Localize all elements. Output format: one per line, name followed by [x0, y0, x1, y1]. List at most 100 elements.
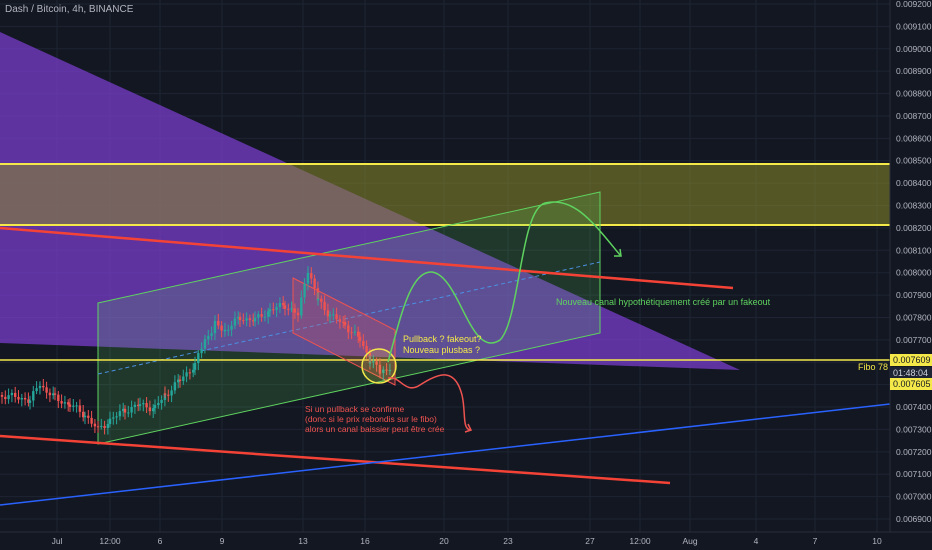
annotation-bearish-2: (donc si le prix rebondis sur le fibo)	[305, 414, 437, 424]
candle-body	[67, 402, 70, 405]
price-tag-fibo: 0.007609	[890, 354, 932, 366]
candle-body	[323, 301, 326, 311]
candle-body	[197, 353, 200, 364]
candle-body	[238, 316, 242, 321]
price-tick-label: 0.007900	[896, 290, 932, 300]
candle-body	[108, 418, 112, 424]
annotation-pullback: Pullback ? fakeout?	[403, 334, 482, 344]
candle-body	[357, 331, 360, 337]
candle-body	[320, 298, 323, 302]
price-tick-label: 0.007200	[896, 447, 932, 457]
candle-body	[93, 423, 97, 427]
candle-body	[42, 385, 45, 388]
time-tick-label: 4	[754, 536, 759, 546]
candle-body	[123, 408, 127, 413]
time-tick-label: Jul	[52, 536, 63, 546]
candle-body	[248, 318, 252, 321]
price-tick-label: 0.007800	[896, 312, 932, 322]
price-tick-label: 0.007300	[896, 424, 932, 434]
candle-body	[142, 403, 145, 405]
price-tick-label: 0.008900	[896, 66, 932, 76]
time-tick-label: Aug	[682, 536, 697, 546]
candle-body	[278, 302, 282, 308]
candle-body	[353, 331, 357, 333]
candle-body	[242, 320, 245, 322]
annotation-plusbas: Nouveau plusbas ?	[403, 345, 480, 355]
candle-body	[106, 423, 110, 429]
candle-body	[287, 308, 290, 310]
candle-body	[210, 333, 213, 336]
candle-body	[282, 302, 285, 306]
candle-body	[233, 318, 237, 326]
candle-body	[245, 318, 248, 321]
candle-body	[45, 387, 48, 393]
candle-body	[182, 376, 185, 381]
candle-body	[260, 314, 263, 317]
time-tick-label: 12:00	[99, 536, 121, 546]
candle-body	[35, 388, 38, 392]
candle-body	[173, 382, 177, 391]
price-tick-label: 0.008100	[896, 245, 932, 255]
candle-body	[17, 396, 20, 400]
candle-body	[316, 298, 320, 301]
candle-body	[112, 417, 115, 419]
price-chart[interactable]: Pullback ? fakeout? Nouveau plusbas ? No…	[0, 0, 932, 550]
price-tick-label: 0.009000	[896, 44, 932, 54]
candle-body	[178, 379, 182, 381]
candle-body	[167, 394, 170, 396]
annotation-bearish-3: alors un canal baissier peut être crée	[305, 424, 445, 434]
chart-title: Dash / Bitcoin, 4h, BINANCE	[5, 4, 134, 15]
candle-body	[152, 408, 155, 412]
price-tick-label: 0.007100	[896, 469, 932, 479]
candle-body	[313, 278, 316, 289]
candle-body	[223, 329, 227, 331]
candle-body	[220, 325, 223, 331]
candle-body	[138, 404, 142, 407]
candle-body	[38, 385, 42, 388]
time-tick-label: 27	[585, 536, 595, 546]
candle-body	[127, 412, 130, 414]
candle-body	[23, 397, 27, 400]
candle-body	[48, 392, 52, 396]
candle-body	[115, 416, 118, 418]
candle-body	[293, 308, 297, 313]
candle-body	[32, 391, 35, 401]
candle-body	[300, 297, 303, 316]
candle-body	[253, 317, 257, 322]
price-tick-label: 0.008300	[896, 201, 932, 211]
time-tick-label: 12:00	[629, 536, 651, 546]
candle-body	[257, 314, 260, 318]
candle-body	[75, 405, 78, 407]
candle-body	[338, 319, 342, 322]
candle-body	[268, 309, 272, 312]
candle-body	[72, 405, 75, 407]
candle-body	[326, 310, 330, 317]
price-tick-label: 0.008700	[896, 111, 932, 121]
price-tick-label: 0.007000	[896, 492, 932, 502]
candle-body	[4, 396, 7, 400]
candle-body	[310, 273, 313, 279]
yellow-resistance-zone	[0, 164, 890, 225]
candle-body	[272, 309, 275, 311]
candle-body	[10, 392, 14, 396]
candle-body	[14, 392, 17, 397]
candle-body	[303, 283, 306, 298]
candle-body	[267, 311, 270, 317]
candle-body	[347, 325, 350, 333]
candle-body	[53, 393, 57, 395]
candle-body	[57, 394, 60, 402]
candle-body	[100, 425, 103, 427]
price-tick-label: 0.006900	[896, 514, 932, 524]
candle-body	[335, 314, 338, 320]
price-tick-label: 0.008000	[896, 268, 932, 278]
candle-body	[207, 335, 210, 340]
candle-body	[63, 402, 67, 404]
price-tick-label: 0.008400	[896, 178, 932, 188]
annotation-bearish-1: Si un pullback se confirme	[305, 404, 404, 414]
price-tick-label: 0.009100	[896, 21, 932, 31]
candle-body	[188, 372, 192, 374]
candle-body	[153, 405, 157, 409]
annotation-nouveau-canal: Nouveau canal hypothétiquement créé par …	[556, 297, 771, 307]
candle-body	[90, 417, 93, 424]
candle-body	[328, 314, 332, 317]
